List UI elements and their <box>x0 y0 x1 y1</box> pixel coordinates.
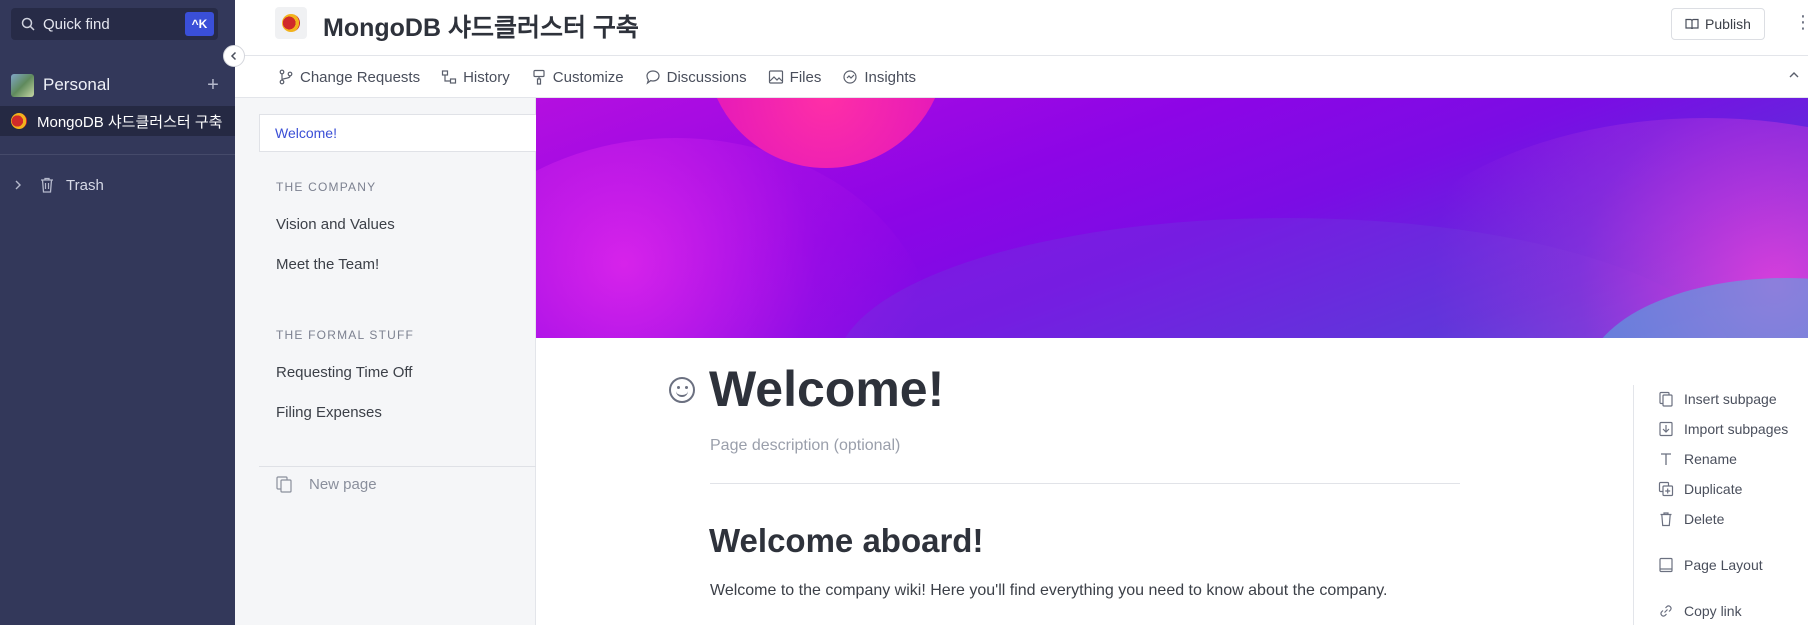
text-icon <box>1661 453 1671 465</box>
trash-label: Trash <box>66 176 104 194</box>
chevron-left-icon <box>230 51 237 61</box>
copy-link-button[interactable]: Copy link <box>1658 603 1742 619</box>
quick-find-label: Quick find <box>43 15 110 33</box>
import-subpages-button[interactable]: Import subpages <box>1658 421 1788 437</box>
tree-item[interactable]: Filing Expenses <box>276 404 382 421</box>
tree-section-heading: THE FORMAL STUFF <box>276 328 415 342</box>
search-icon <box>21 17 35 31</box>
link-icon <box>1660 605 1672 617</box>
page-title: MongoDB 샤드클러스터 구축 <box>323 14 639 42</box>
action-label: Page Layout <box>1684 557 1763 573</box>
page-layout-button[interactable]: Page Layout <box>1658 557 1763 573</box>
action-label: Rename <box>1684 451 1737 467</box>
tab-change-requests[interactable]: Change Requests <box>278 69 420 86</box>
document-heading: Welcome aboard! <box>709 522 984 559</box>
tab-label: Insights <box>864 68 917 86</box>
action-label: Insert subpage <box>1684 391 1777 407</box>
publish-label: Publish <box>1705 16 1751 32</box>
document-paragraph: Welcome to the company wiki! Here you'll… <box>710 582 1388 599</box>
document-divider <box>710 483 1460 484</box>
duplicate-button[interactable]: Duplicate <box>1658 481 1742 497</box>
layout-icon <box>1659 557 1673 573</box>
tab-history[interactable]: History <box>441 69 510 86</box>
space-personal[interactable]: Personal + <box>11 72 223 98</box>
page-description-field[interactable]: Page description (optional) <box>710 437 900 455</box>
chevron-up-icon[interactable] <box>1788 69 1800 84</box>
tree-divider <box>259 466 536 467</box>
tab-files[interactable]: Files <box>768 68 822 86</box>
delete-button[interactable]: Delete <box>1658 511 1724 527</box>
tree-item[interactable]: Requesting Time Off <box>276 364 412 381</box>
page-emoji-icon <box>11 113 27 129</box>
tab-label: Discussions <box>666 68 747 86</box>
space-label: Personal <box>43 75 111 94</box>
new-page-label: New page <box>309 475 377 493</box>
history-icon <box>441 70 457 84</box>
tab-discussions[interactable]: Discussions <box>645 69 747 86</box>
shortcut-badge: ^K <box>185 12 214 36</box>
tree-section-heading: THE COMPANY <box>276 180 377 194</box>
chat-icon <box>646 70 660 85</box>
sidebar-item-active-page[interactable]: MongoDB 샤드클러스터 구축 <box>0 106 235 136</box>
tree-item[interactable]: Meet the Team! <box>276 256 379 273</box>
rename-button[interactable]: Rename <box>1658 451 1737 467</box>
tab-label: History <box>463 68 510 86</box>
more-options-icon[interactable]: ⋮ <box>1794 12 1808 33</box>
space-avatar <box>11 73 34 97</box>
page-tabs: Change Requests History Customize Discus… <box>235 57 1808 98</box>
insert-subpage-button[interactable]: Insert subpage <box>1658 391 1777 407</box>
tab-insights[interactable]: Insights <box>842 69 916 86</box>
tab-label: Change Requests <box>300 68 421 86</box>
sidebar-divider <box>0 154 235 155</box>
duplicate-icon <box>1658 481 1674 497</box>
tab-customize[interactable]: Customize <box>531 69 624 86</box>
page-icon-button[interactable] <box>275 7 307 39</box>
action-label: Delete <box>1684 511 1725 527</box>
action-label: Duplicate <box>1684 481 1743 497</box>
page-tree: Welcome! THE COMPANY Vision and Values M… <box>235 98 537 625</box>
tree-item-welcome[interactable]: Welcome! <box>259 114 537 152</box>
image-icon <box>768 70 783 84</box>
book-icon <box>1685 18 1699 30</box>
page-actions-panel: Insert subpage Import subpages Rename Du… <box>1633 385 1808 625</box>
sidebar: Quick find ^K Personal + MongoDB 샤드클러스터 … <box>0 0 235 625</box>
sidebar-item-trash[interactable]: Trash <box>12 176 104 194</box>
tab-label: Customize <box>552 68 624 86</box>
action-label: Copy link <box>1684 603 1742 619</box>
cover-image <box>536 98 1808 338</box>
import-icon <box>1659 421 1673 437</box>
add-emoji-icon[interactable] <box>669 377 695 403</box>
trash-icon <box>1660 512 1672 527</box>
chevron-right-icon[interactable] <box>12 179 24 191</box>
new-page-button[interactable]: New page <box>275 475 377 493</box>
insert-subpage-icon <box>1659 391 1673 407</box>
quick-find-input[interactable]: Quick find ^K <box>11 8 218 40</box>
tree-item[interactable]: Vision and Values <box>276 216 395 233</box>
document-title[interactable]: Welcome! <box>709 360 944 418</box>
page-emoji-icon <box>282 14 300 32</box>
new-page-icon <box>276 476 292 493</box>
collapse-sidebar-button[interactable] <box>223 45 245 67</box>
sidebar-item-label: MongoDB 샤드클러스터 구축 <box>37 113 223 131</box>
add-page-icon[interactable]: + <box>203 74 223 97</box>
action-label: Import subpages <box>1684 421 1789 437</box>
insights-icon <box>843 70 857 84</box>
branch-icon <box>279 69 293 85</box>
tab-label: Files <box>789 68 822 86</box>
page-header: MongoDB 샤드클러스터 구축 Publish ⋮ <box>235 0 1808 56</box>
paint-icon <box>533 69 545 85</box>
trash-icon <box>41 177 53 193</box>
publish-button[interactable]: Publish <box>1671 8 1765 40</box>
